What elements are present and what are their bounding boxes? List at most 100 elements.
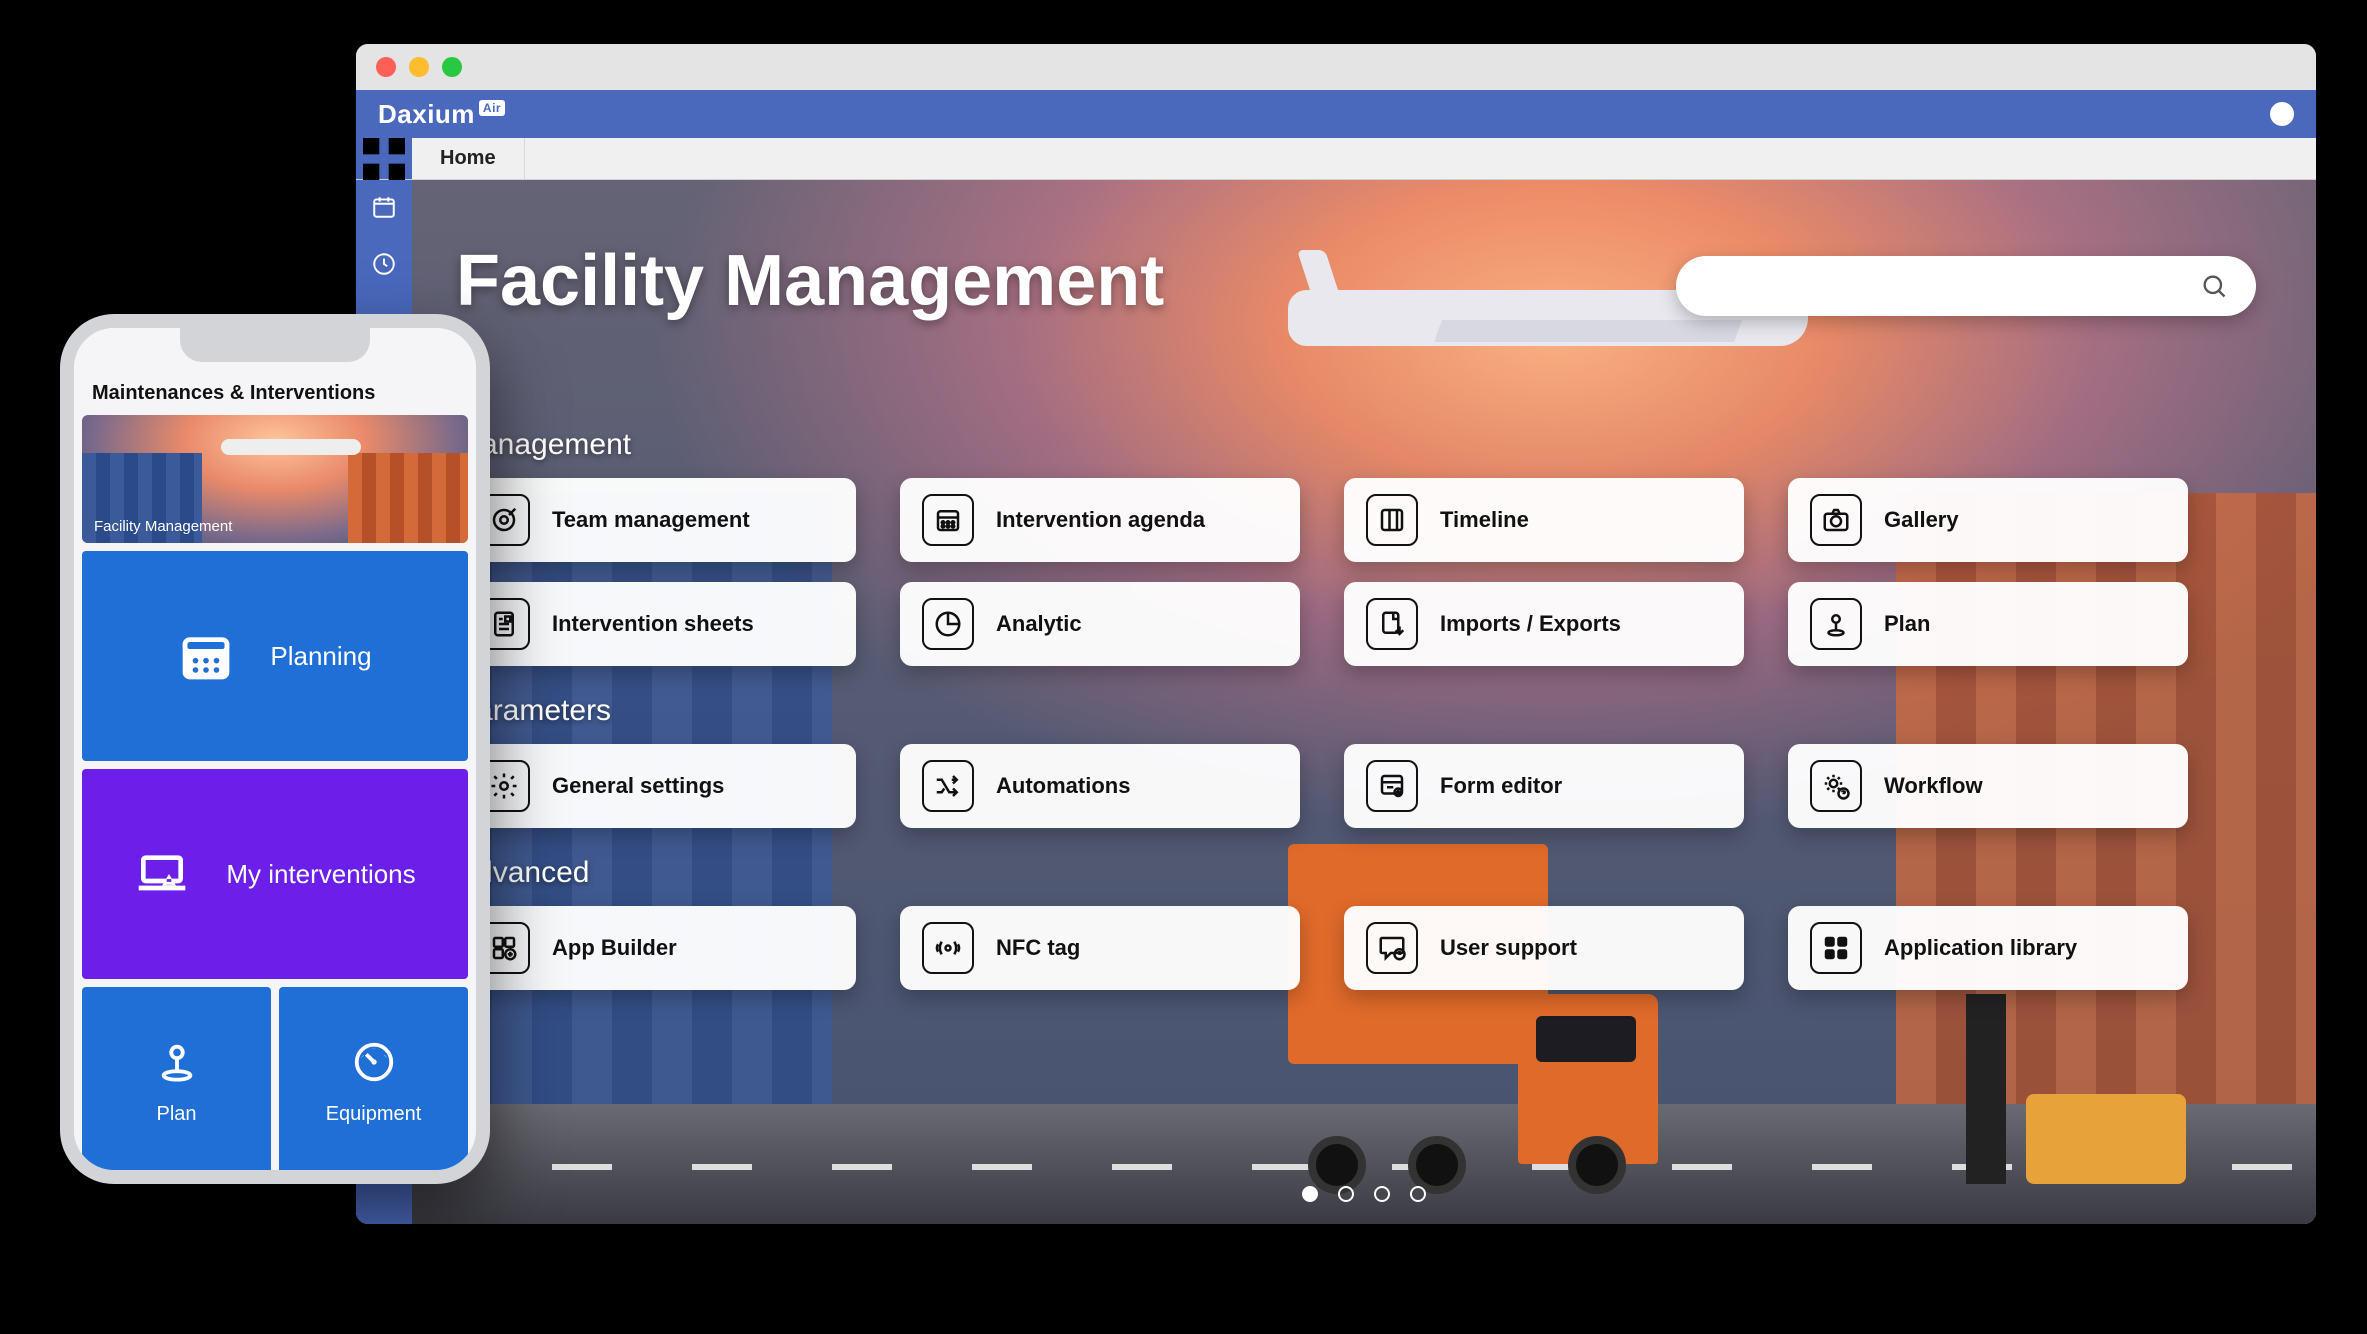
window-titlebar <box>356 44 2316 90</box>
bg-airplane <box>1288 210 1808 430</box>
tile-timeline[interactable]: Timeline <box>1344 478 1744 562</box>
tile-label: Workflow <box>1884 773 1983 798</box>
tile-app-builder[interactable]: App Builder <box>456 906 856 990</box>
tile-label: Application library <box>1884 935 2077 960</box>
app-add-icon <box>489 933 519 963</box>
search-icon <box>2200 272 2228 300</box>
desktop-app-window: Daxium Air Home <box>356 44 2316 1224</box>
tile-label: Intervention sheets <box>552 611 754 636</box>
tile-label: NFC tag <box>996 935 1080 960</box>
tile-label: Form editor <box>1440 773 1562 798</box>
tile-label: General settings <box>552 773 724 798</box>
tile-form-editor[interactable]: Form editor <box>1344 744 1744 828</box>
tile-label: Plan <box>1884 611 1930 636</box>
tile-automations[interactable]: Automations <box>900 744 1300 828</box>
calendar-icon <box>371 194 397 220</box>
tile-intervention-agenda[interactable]: Intervention agenda <box>900 478 1300 562</box>
tile-label: Team management <box>552 507 750 532</box>
pie-chart-icon <box>933 609 963 639</box>
phone-tile-label: Planning <box>270 641 371 672</box>
phone-mockup: Maintenances & Interventions Facility Ma… <box>60 314 490 1184</box>
calendar-icon <box>178 628 234 684</box>
brand-bar: Daxium Air <box>356 90 2316 138</box>
gauge-icon <box>351 1039 397 1085</box>
tile-team-management[interactable]: Team management <box>456 478 856 562</box>
breadcrumb: Home <box>356 138 2316 180</box>
pager-dot-3[interactable] <box>1374 1186 1390 1202</box>
columns-icon <box>1377 505 1407 535</box>
window-controls <box>376 57 462 77</box>
form-edit-icon <box>1377 771 1407 801</box>
phone-tile-label: Equipment <box>326 1103 422 1126</box>
tile-gallery[interactable]: Gallery <box>1788 478 2188 562</box>
target-icon <box>489 505 519 535</box>
section-title-management: Management <box>456 428 2316 462</box>
tile-label: Gallery <box>1884 507 1959 532</box>
tile-row: Intervention sheets Analytic Imports / E… <box>456 582 2316 666</box>
apps-grid-button[interactable] <box>356 138 412 179</box>
form-icon <box>489 609 519 639</box>
brand-logo[interactable]: Daxium Air <box>378 99 505 130</box>
camera-icon <box>1821 505 1851 535</box>
tile-general-settings[interactable]: General settings <box>456 744 856 828</box>
phone-tile-plan[interactable]: Plan <box>82 987 271 1177</box>
tile-imports-exports[interactable]: Imports / Exports <box>1344 582 1744 666</box>
tile-label: Intervention agenda <box>996 507 1205 532</box>
phone-tile-label: Plan <box>156 1103 196 1126</box>
tile-row: App Builder NFC tag User support Applica… <box>456 906 2316 990</box>
tile-application-library[interactable]: Application library <box>1788 906 2188 990</box>
tile-row: General settings Automations Form editor… <box>456 744 2316 828</box>
rail-clock-button[interactable] <box>371 251 397 282</box>
window-close-button[interactable] <box>376 57 396 77</box>
grid-icon <box>356 131 412 187</box>
window-maximize-button[interactable] <box>442 57 462 77</box>
bg-forklift <box>1966 994 2206 1184</box>
gear-help-icon <box>1821 771 1851 801</box>
phone-tile-interventions[interactable]: My interventions <box>82 769 468 979</box>
file-transfer-icon <box>1377 609 1407 639</box>
clock-icon <box>371 251 397 277</box>
map-pin-icon <box>1821 609 1851 639</box>
gear-icon <box>489 771 519 801</box>
window-minimize-button[interactable] <box>409 57 429 77</box>
apps-grid-icon <box>1821 933 1851 963</box>
laptop-alert-icon <box>134 846 190 902</box>
section-title-advanced: Advanced <box>456 856 2316 890</box>
phone-banner-caption: Facility Management <box>94 518 232 535</box>
tile-label: Imports / Exports <box>1440 611 1621 636</box>
tile-analytic[interactable]: Analytic <box>900 582 1300 666</box>
section-title-parameters: Parameters <box>456 694 2316 728</box>
phone-screen-title: Maintenances & Interventions <box>74 368 476 415</box>
phone-notch <box>180 328 370 362</box>
phone-banner[interactable]: Facility Management <box>82 415 468 543</box>
tile-plan[interactable]: Plan <box>1788 582 2188 666</box>
tile-user-support[interactable]: User support <box>1344 906 1744 990</box>
brand-name: Daxium <box>378 99 475 130</box>
pager-dot-1[interactable] <box>1302 1186 1318 1202</box>
tile-sections: Management Team management Intervention … <box>412 400 2316 990</box>
phone-screen: Maintenances & Interventions Facility Ma… <box>74 328 476 1170</box>
phone-tile-planning[interactable]: Planning <box>82 551 468 761</box>
phone-tile-label: My interventions <box>226 859 415 890</box>
brand-badge: Air <box>479 100 505 116</box>
tile-label: Analytic <box>996 611 1082 636</box>
tile-nfc-tag[interactable]: NFC tag <box>900 906 1300 990</box>
calendar-grid-icon <box>933 505 963 535</box>
hero-area: Facility Management Management Team mana… <box>412 180 2316 1224</box>
phone-tile-equipment[interactable]: Equipment <box>279 987 468 1177</box>
tile-row: Team management Intervention agenda Time… <box>456 478 2316 562</box>
pager-dot-2[interactable] <box>1338 1186 1354 1202</box>
map-pin-icon <box>154 1039 200 1085</box>
user-avatar[interactable] <box>2270 102 2294 126</box>
tile-label: Timeline <box>1440 507 1529 532</box>
breadcrumb-home[interactable]: Home <box>412 138 525 179</box>
tile-intervention-sheets[interactable]: Intervention sheets <box>456 582 856 666</box>
tile-workflow[interactable]: Workflow <box>1788 744 2188 828</box>
shuffle-icon <box>933 771 963 801</box>
rail-calendar-button[interactable] <box>371 194 397 225</box>
tile-label: User support <box>1440 935 1577 960</box>
chat-help-icon <box>1377 933 1407 963</box>
search-input[interactable] <box>1676 256 2256 316</box>
nfc-icon <box>933 933 963 963</box>
pager-dot-4[interactable] <box>1410 1186 1426 1202</box>
